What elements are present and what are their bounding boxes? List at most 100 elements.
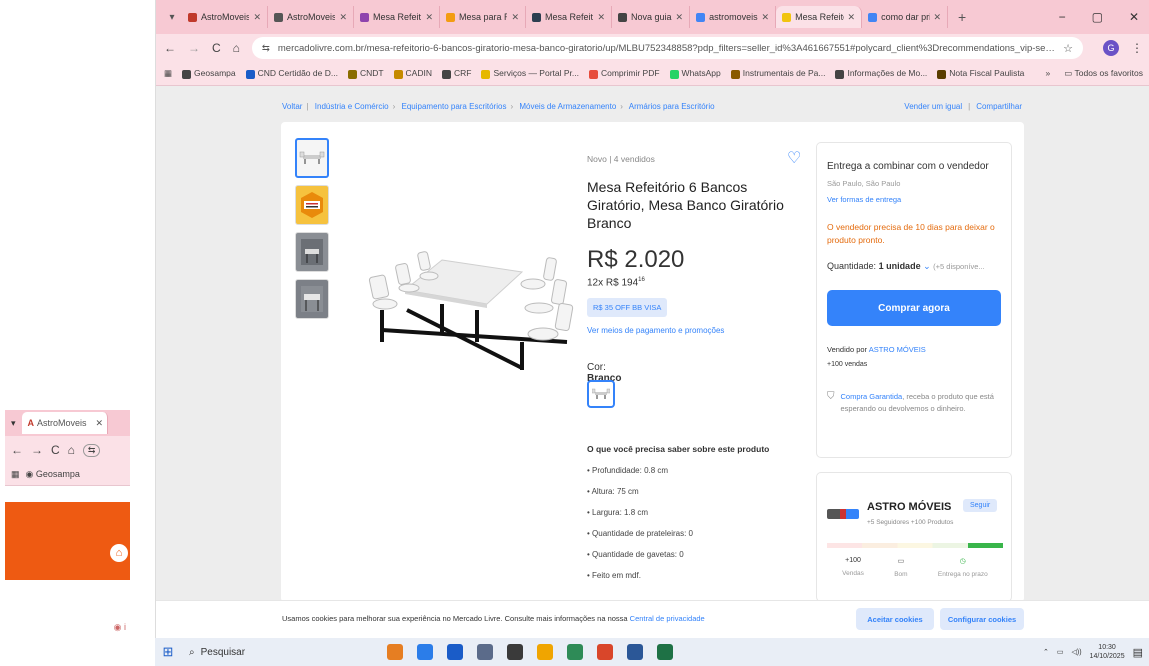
- mini-bookmark[interactable]: ◉ Geosampa: [26, 469, 80, 480]
- site-info-icon[interactable]: ⇆: [262, 43, 270, 54]
- bookmark-item[interactable]: CRF: [442, 68, 471, 79]
- browser-tab[interactable]: Mesa para Re ✕: [440, 6, 526, 28]
- bookmark-item[interactable]: Comprimir PDF: [588, 68, 660, 79]
- background-browser-window[interactable]: ▾ A AstroMoveis ✕ ← → C ⌂ ⇆ ▦ ◉ Geosampa ⌂…: [5, 410, 130, 650]
- color-swatch[interactable]: [587, 380, 615, 408]
- taskbar-app-icon[interactable]: [447, 644, 463, 660]
- address-bar[interactable]: ⇆ mercadolivre.com.br/mesa-refeitorio-6-…: [251, 37, 1083, 59]
- feature-text: Altura: 75 cm: [591, 487, 639, 496]
- bookmark-item[interactable]: Nota Fiscal Paulista: [937, 68, 1024, 79]
- taskbar-app-icon[interactable]: [417, 644, 433, 660]
- clock[interactable]: 10:30 14/10/2025: [1090, 643, 1125, 661]
- sell-same-link[interactable]: Vender um igual: [904, 102, 962, 111]
- breadcrumb-back-link[interactable]: Voltar: [282, 102, 302, 111]
- favorite-heart-icon[interactable]: ♡: [787, 148, 801, 168]
- seller-name[interactable]: ASTRO MÓVEIS: [867, 501, 951, 513]
- profile-avatar[interactable]: G: [1103, 40, 1119, 56]
- breadcrumb-item[interactable]: Móveis de Armazenamento: [519, 102, 616, 111]
- bookmark-item[interactable]: CADIN: [393, 68, 432, 79]
- product-main-image[interactable]: [347, 192, 587, 392]
- guarantee-link[interactable]: Compra Garantida: [841, 392, 903, 401]
- buy-now-button[interactable]: Comprar agora: [827, 290, 1001, 326]
- close-tab-icon[interactable]: ✕: [597, 12, 605, 23]
- notifications-icon[interactable]: ▤: [1133, 646, 1143, 659]
- taskbar-app-icon[interactable]: [597, 644, 613, 660]
- bookmark-star-icon[interactable]: ☆: [1063, 42, 1073, 55]
- delivery-options-link[interactable]: Ver formas de entrega: [827, 195, 901, 204]
- all-favorites-folder[interactable]: ▭ Todos os favoritos: [1064, 68, 1143, 79]
- forward-icon[interactable]: →: [188, 41, 200, 55]
- mini-apps-icon[interactable]: ▦: [11, 469, 20, 480]
- taskbar-app-icon[interactable]: [507, 644, 523, 660]
- taskbar-app-icon[interactable]: [537, 644, 553, 660]
- close-tab-icon[interactable]: ✕: [511, 12, 519, 23]
- thumbnail-image[interactable]: [295, 279, 329, 319]
- installments-cents: 16: [638, 277, 645, 283]
- seller-link[interactable]: ASTRO MÓVEIS: [869, 345, 926, 354]
- browser-tab[interactable]: Mesa Refeitó ✕: [354, 6, 440, 28]
- volume-icon[interactable]: ◁)): [1072, 648, 1082, 656]
- taskbar-app-icon[interactable]: [567, 644, 583, 660]
- close-tab-icon[interactable]: ✕: [934, 12, 942, 23]
- payment-methods-link[interactable]: Ver meios de pagamento e promoções: [587, 326, 724, 335]
- mini-forward-icon[interactable]: →: [31, 443, 43, 457]
- bookmark-item[interactable]: Informações de Mo...: [835, 68, 927, 79]
- taskbar-app-icon[interactable]: [477, 644, 493, 660]
- taskbar-app-icon[interactable]: [387, 644, 403, 660]
- browser-tab[interactable]: AstroMoveis |✕: [182, 6, 268, 28]
- back-icon[interactable]: ←: [164, 41, 176, 55]
- close-tab-icon[interactable]: ✕: [762, 12, 770, 23]
- taskbar-search[interactable]: ⌕ Pesquisar: [181, 647, 367, 658]
- tab-search-icon[interactable]: ▾: [162, 12, 182, 23]
- quantity-selector[interactable]: Quantidade: 1 unidade ⌄ (+5 disponíve...: [827, 261, 985, 272]
- close-tab-icon[interactable]: ✕: [425, 12, 433, 23]
- browser-tab[interactable]: AstroMoveis |✕: [268, 6, 354, 28]
- configure-cookies-button[interactable]: Configurar cookies: [940, 608, 1024, 630]
- taskbar-app-icon[interactable]: [657, 644, 673, 660]
- windows-start-icon[interactable]: ⊞: [155, 644, 181, 660]
- close-tab-icon[interactable]: ✕: [676, 12, 684, 23]
- breadcrumb-item[interactable]: Indústria e Comércio: [315, 102, 389, 111]
- maximize-button[interactable]: ▢: [1092, 10, 1103, 24]
- menu-icon[interactable]: ⋮: [1131, 41, 1149, 55]
- browser-tab[interactable]: Mesa Refeitó ✕: [776, 6, 863, 28]
- mini-chevron-icon[interactable]: ▾: [11, 418, 16, 429]
- close-tab-icon[interactable]: ✕: [253, 12, 261, 23]
- bookmarks-more-button[interactable]: »: [1046, 68, 1051, 79]
- share-link[interactable]: Compartilhar: [976, 102, 1022, 111]
- mini-site-info-icon[interactable]: ⇆: [82, 443, 101, 457]
- breadcrumb-item[interactable]: Equipamento para Escritórios: [402, 102, 507, 111]
- thumbnail-image[interactable]: [295, 138, 329, 178]
- network-icon[interactable]: ▭: [1057, 648, 1064, 656]
- tray-chevron-icon[interactable]: ⌃: [1043, 648, 1049, 656]
- browser-tab[interactable]: como dar pri ✕: [862, 6, 949, 28]
- bookmark-item[interactable]: Instrumentais de Pa...: [730, 68, 825, 79]
- accept-cookies-button[interactable]: Aceitar cookies: [856, 608, 934, 630]
- follow-button[interactable]: Seguir: [963, 499, 998, 512]
- taskbar-app-icon[interactable]: [627, 644, 643, 660]
- minimize-button[interactable]: −: [1059, 10, 1066, 24]
- close-window-button[interactable]: ✕: [1129, 10, 1139, 24]
- close-tab-icon[interactable]: ✕: [848, 12, 856, 23]
- mini-back-icon[interactable]: ←: [11, 443, 23, 457]
- browser-tab[interactable]: Mesa Refeitó ✕: [526, 6, 612, 28]
- privacy-center-link[interactable]: Central de privacidade: [630, 614, 705, 623]
- bookmark-item[interactable]: CND Certidão de D...: [245, 68, 338, 79]
- mini-reload-icon[interactable]: C: [51, 443, 60, 457]
- reload-icon[interactable]: C: [212, 41, 221, 55]
- mini-tab[interactable]: A AstroMoveis ✕: [21, 412, 108, 434]
- browser-tab[interactable]: Nova guia ✕: [612, 6, 691, 28]
- thumbnail-image[interactable]: [295, 185, 329, 225]
- bookmark-item[interactable]: Geosampa: [182, 68, 236, 79]
- home-icon[interactable]: ⌂: [233, 41, 240, 55]
- bookmark-item[interactable]: WhatsApp: [669, 68, 721, 79]
- bookmark-item[interactable]: CNDT: [347, 68, 384, 79]
- bookmark-item[interactable]: Serviços — Portal Pr...: [481, 68, 579, 79]
- mini-home-icon[interactable]: ⌂: [68, 443, 75, 457]
- thumbnail-image[interactable]: [295, 232, 329, 272]
- breadcrumb-item[interactable]: Armários para Escritório: [629, 102, 715, 111]
- apps-grid-icon[interactable]: ▦: [164, 68, 172, 79]
- browser-tab[interactable]: astromoveis ✕: [690, 6, 777, 28]
- close-tab-icon[interactable]: ✕: [339, 12, 347, 23]
- new-tab-button[interactable]: +: [952, 9, 972, 25]
